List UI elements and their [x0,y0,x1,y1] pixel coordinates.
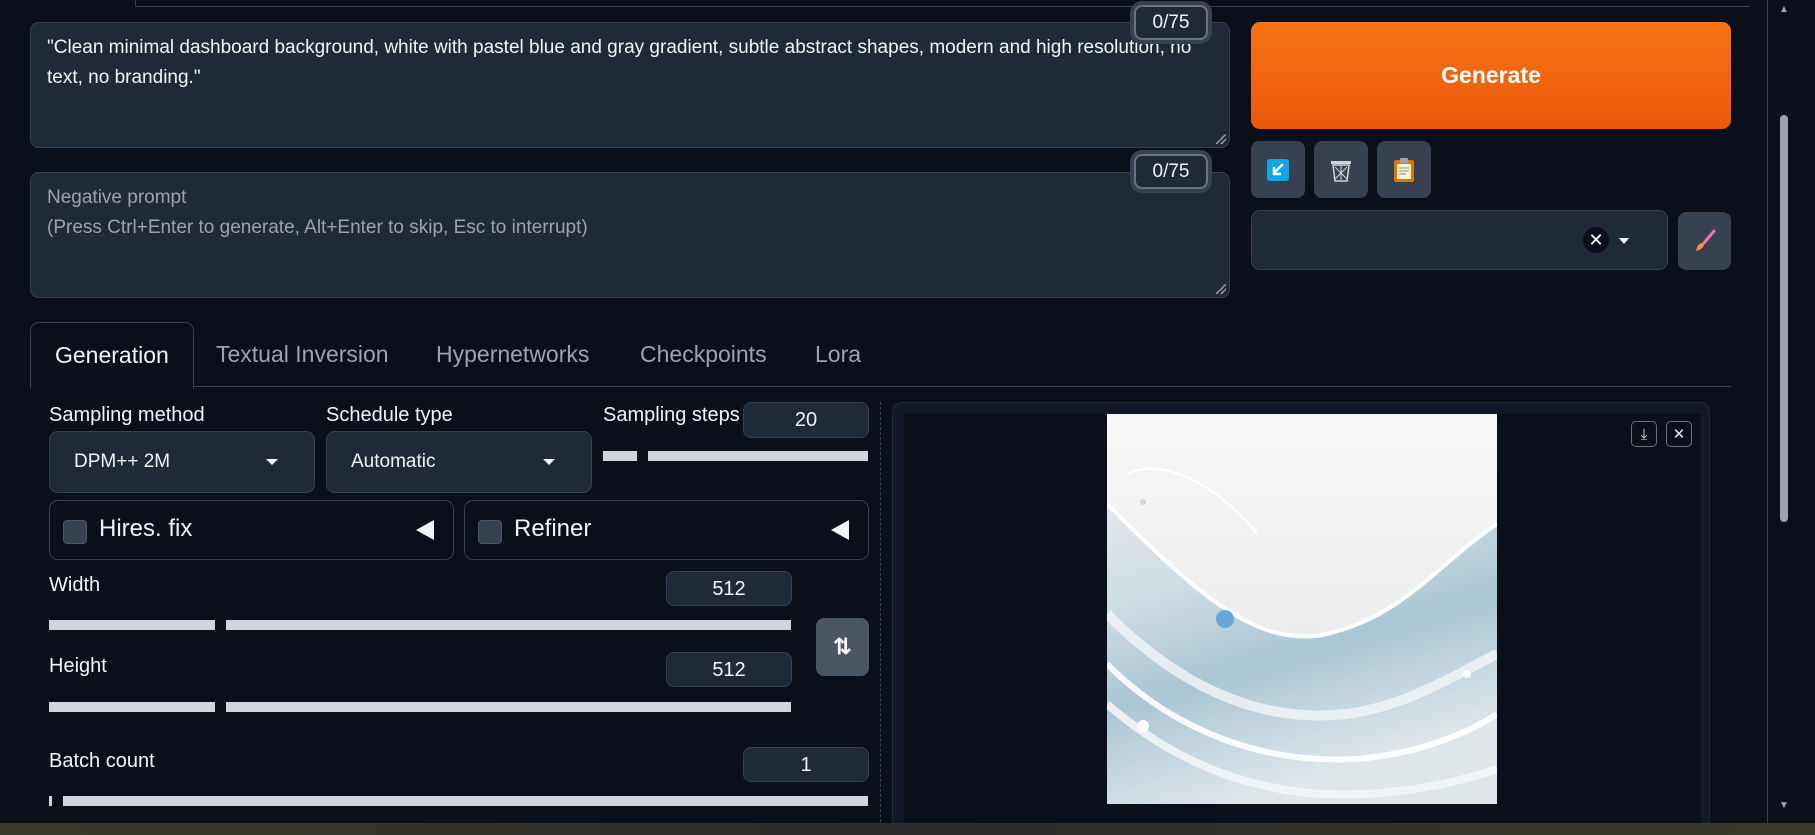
sampling-method-value: DPM++ 2M [74,451,171,472]
negative-prompt-token-counter: 0/75 [1134,154,1208,189]
negative-prompt-placeholder-1: Negative prompt [47,187,187,208]
batch-count-input[interactable]: 1 [743,747,869,782]
trash-icon [1331,160,1351,182]
height-track-left[interactable] [49,702,215,712]
tab-lora[interactable]: Lora [815,322,861,387]
negative-prompt-textarea[interactable]: Negative prompt (Press Ctrl+Enter to gen… [30,172,1230,298]
scroll-down-icon[interactable]: ▼ [1779,800,1789,811]
scroll-up-icon[interactable]: ▲ [1779,4,1789,15]
chevron-down-icon [543,459,555,465]
right-frame-line [1767,0,1768,823]
prompt-token-counter: 0/75 [1134,5,1208,40]
expand-triangle-icon[interactable] [831,520,849,540]
swap-dimensions-button[interactable]: ⇅ [816,618,869,676]
expand-triangle-icon[interactable] [416,520,434,540]
clear-prompt-button[interactable] [1314,141,1368,198]
chevron-down-icon [266,459,278,465]
close-image-button[interactable]: ✕ [1666,421,1692,447]
tab-checkpoints[interactable]: Checkpoints [640,322,767,387]
sampling-steps-slider[interactable] [648,451,868,461]
read-params-icon [1267,158,1289,181]
batch-count-slider[interactable] [63,796,868,806]
download-icon: ⤓ [1640,425,1648,443]
generate-button[interactable]: Generate [1251,22,1731,129]
refiner-checkbox[interactable] [478,520,502,544]
tab-generation[interactable]: Generation [30,322,194,389]
prompt-textarea[interactable]: "Clean minimal dashboard background, whi… [30,22,1230,148]
swap-arrows-icon: ⇅ [833,634,852,659]
resize-handle-icon[interactable] [1216,284,1226,294]
scrollbar-thumb[interactable] [1780,115,1788,522]
sampling-method-dropdown[interactable]: DPM++ 2M [49,431,315,493]
schedule-type-label: Schedule type [326,404,453,426]
clipboard-icon [1394,157,1414,182]
batch-count-track-left[interactable] [49,796,52,806]
panel-divider [880,402,881,822]
height-label: Height [49,655,107,677]
chevron-down-icon[interactable] [1619,238,1629,244]
width-track-left[interactable] [49,620,215,630]
sampling-steps-input[interactable]: 20 [743,402,869,438]
generated-image[interactable] [1107,414,1497,804]
styles-select[interactable]: ✕ [1251,210,1668,270]
batch-count-label: Batch count [49,750,155,772]
download-button[interactable]: ⤓ [1631,421,1657,447]
hires-fix-label: Hires. fix [99,515,193,542]
width-slider[interactable] [226,620,791,630]
clear-icon[interactable]: ✕ [1583,227,1609,253]
paintbrush-icon [1695,229,1715,251]
tab-textual-inversion[interactable]: Textual Inversion [216,322,389,387]
edit-styles-button[interactable] [1678,212,1731,270]
sampling-steps-label: Sampling steps [603,404,740,426]
schedule-type-value: Automatic [351,451,436,472]
width-label: Width [49,574,101,596]
tab-hypernetworks[interactable]: Hypernetworks [436,322,589,387]
refiner-label: Refiner [514,515,592,542]
height-slider[interactable] [226,702,791,712]
taskbar-strip [0,823,1815,835]
top-frame-line [135,0,1750,7]
paste-button[interactable] [1377,141,1431,198]
close-icon: ✕ [1672,426,1686,443]
refiner-accordion[interactable]: Refiner [464,500,869,560]
negative-prompt-placeholder-2: (Press Ctrl+Enter to generate, Alt+Enter… [47,217,588,238]
width-input[interactable]: 512 [666,571,792,606]
prompt-text: "Clean minimal dashboard background, whi… [47,37,1192,88]
tab-bar: Generation Textual Inversion Hypernetwor… [30,322,1731,389]
hires-fix-accordion[interactable]: Hires. fix [49,500,454,560]
hires-fix-checkbox[interactable] [63,520,87,544]
sampling-method-label: Sampling method [49,404,205,426]
sampling-steps-track-left[interactable] [603,451,637,461]
resize-handle-icon[interactable] [1216,134,1226,144]
height-input[interactable]: 512 [666,652,792,687]
read-params-button[interactable] [1251,141,1305,198]
schedule-type-dropdown[interactable]: Automatic [326,431,592,493]
